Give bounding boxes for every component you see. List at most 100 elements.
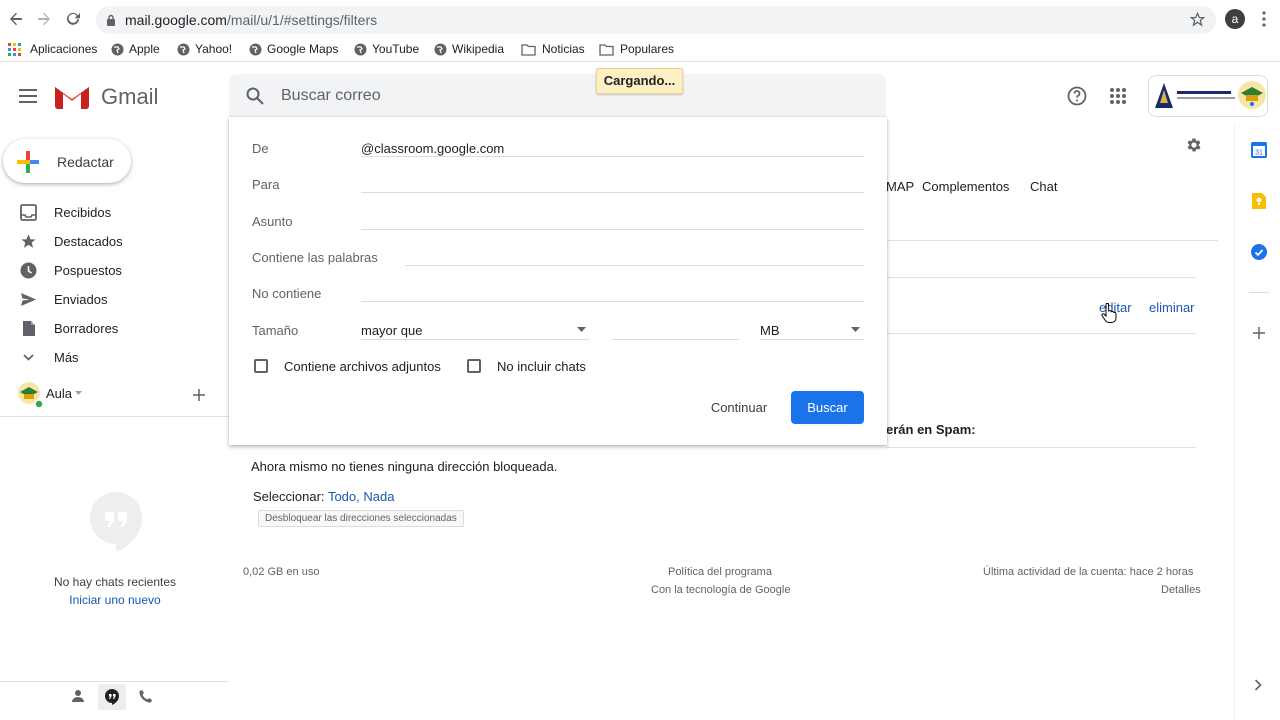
no-blocked-text: Ahora mismo no tienes ninguna dirección …	[251, 459, 558, 474]
sidebar-item-pospuestos[interactable]: Pospuestos	[0, 256, 228, 285]
url-text[interactable]: mail.google.com/mail/u/1/#settings/filte…	[125, 12, 377, 28]
compose-button[interactable]: Redactar	[3, 139, 131, 183]
bookmark-folder-noticias[interactable]: Noticias	[521, 41, 585, 57]
select-all-link[interactable]: Todo	[328, 489, 356, 504]
search-button[interactable]: Buscar	[791, 391, 864, 424]
globe-icon	[249, 43, 262, 56]
exclude-chats-label[interactable]: No incluir chats	[497, 359, 586, 374]
delete-filter-link[interactable]: eliminar	[1149, 300, 1195, 315]
has-attachment-checkbox[interactable]	[254, 359, 268, 373]
sidebar-item-recibidos[interactable]: Recibidos	[0, 198, 228, 227]
sidebar-item-mas[interactable]: Más	[0, 343, 228, 372]
spam-divider	[886, 447, 1196, 448]
gmail-logo-text[interactable]: Gmail	[101, 84, 158, 110]
sidebar-item-enviados[interactable]: Enviados	[0, 285, 228, 314]
bookmark-youtube[interactable]: YouTube	[354, 41, 419, 57]
hangouts-divider	[0, 416, 229, 417]
from-field[interactable]: @classroom.google.com	[361, 141, 504, 156]
bookmark-folder-populares[interactable]: Populares	[599, 41, 674, 57]
has-words-label: Contiene las palabras	[252, 250, 378, 265]
spam-section-label: erán en Spam:	[886, 422, 976, 437]
help-icon[interactable]	[1067, 86, 1087, 106]
hangouts-user-name[interactable]: Aula	[46, 386, 72, 401]
filter-row-divider	[886, 277, 1196, 278]
add-chat-icon[interactable]	[193, 389, 205, 401]
globe-icon	[177, 43, 190, 56]
bookmark-label: Apple	[129, 42, 160, 56]
size-value-field[interactable]	[612, 339, 739, 340]
school-logo-subtext-icon	[1177, 97, 1235, 99]
policy-link[interactable]: Política del programa	[668, 566, 772, 578]
bookmark-wikipedia[interactable]: Wikipedia	[434, 41, 504, 57]
svg-text:31: 31	[1255, 150, 1263, 157]
size-operator-select[interactable]: mayor que	[361, 323, 422, 338]
exclude-chats-checkbox[interactable]	[467, 359, 481, 373]
url-host: mail.google.com	[125, 12, 227, 28]
lock-icon[interactable]	[106, 14, 116, 26]
details-link[interactable]: Detalles	[1161, 584, 1201, 596]
no-chats-text: No hay chats recientes	[53, 575, 177, 589]
chat-footer-divider	[0, 681, 229, 682]
side-panel-divider	[1234, 125, 1235, 720]
keep-icon[interactable]	[1252, 193, 1266, 209]
bookmark-label: Wikipedia	[452, 42, 505, 56]
tab-complementos[interactable]: Complementos	[922, 179, 1009, 194]
hangouts-avatar[interactable]	[17, 381, 43, 409]
size-unit-dropdown-icon[interactable]	[851, 327, 860, 332]
school-logo-icon	[1154, 82, 1174, 110]
forward-icon[interactable]	[36, 11, 52, 27]
unblock-button[interactable]: Desbloquear las direcciones seleccionada…	[258, 510, 464, 527]
size-unit-select[interactable]: MB	[760, 323, 780, 338]
filter-row-divider	[886, 333, 1196, 334]
bookmark-star-icon[interactable]	[1190, 12, 1205, 27]
bookmark-apps[interactable]: Aplicaciones	[8, 41, 97, 57]
start-new-chat-link[interactable]: Iniciar uno nuevo	[0, 593, 230, 607]
size-operator-dropdown-icon[interactable]	[577, 327, 586, 332]
continue-button[interactable]: Continuar	[697, 392, 781, 424]
not-contains-field[interactable]	[361, 301, 864, 302]
caret-down-icon[interactable]	[75, 391, 82, 395]
get-addons-icon[interactable]	[1253, 327, 1265, 339]
search-icon[interactable]	[246, 87, 264, 105]
google-apps-icon[interactable]	[1110, 88, 1126, 104]
sidebar-item-borradores[interactable]: Borradores	[0, 314, 228, 343]
calendar-icon[interactable]: 31	[1251, 142, 1267, 158]
contacts-icon[interactable]	[71, 689, 85, 703]
gmail-logo-icon[interactable]	[55, 84, 89, 109]
profile-avatar[interactable]: a	[1225, 9, 1245, 29]
compose-plus-icon	[17, 151, 39, 173]
bookmark-yahoo[interactable]: Yahoo!	[177, 41, 232, 57]
subject-field[interactable]	[361, 229, 864, 230]
sidebar-item-destacados[interactable]: Destacados	[0, 227, 228, 256]
select-none-link[interactable]: Nada	[363, 489, 394, 504]
sidebar-item-label: Borradores	[54, 321, 119, 336]
send-icon	[20, 291, 37, 308]
tab-chat[interactable]: Chat	[1030, 179, 1057, 194]
school-logo-text-icon	[1177, 91, 1231, 94]
phone-icon[interactable]	[139, 689, 153, 703]
hand-cursor-icon	[1101, 303, 1117, 323]
expand-panel-icon[interactable]	[1254, 679, 1262, 691]
bookmark-label: Aplicaciones	[30, 42, 98, 56]
clock-icon	[20, 262, 37, 279]
folder-icon	[521, 43, 536, 56]
has-attachment-label[interactable]: Contiene archivos adjuntos	[284, 359, 441, 374]
search-input[interactable]: Buscar correo	[281, 87, 381, 105]
to-field[interactable]	[361, 192, 864, 193]
main-menu-icon[interactable]	[19, 89, 37, 103]
bookmark-label: YouTube	[372, 42, 420, 56]
browser-menu-icon[interactable]	[1262, 11, 1266, 27]
has-words-field[interactable]	[405, 265, 864, 266]
reload-icon[interactable]	[65, 11, 81, 27]
loading-indicator: Cargando...	[596, 68, 683, 94]
tasks-icon[interactable]	[1251, 244, 1267, 260]
back-icon[interactable]	[8, 11, 24, 27]
bookmark-label: Populares	[620, 42, 675, 56]
tab-imap[interactable]: MAP	[886, 179, 914, 194]
globe-icon	[111, 43, 124, 56]
settings-gear-icon[interactable]	[1185, 136, 1203, 154]
bookmark-google-maps[interactable]: Google Maps	[249, 41, 338, 57]
account-switcher[interactable]	[1148, 75, 1268, 117]
bookmark-apple[interactable]: Apple	[111, 41, 160, 57]
size-label: Tamaño	[252, 323, 299, 338]
